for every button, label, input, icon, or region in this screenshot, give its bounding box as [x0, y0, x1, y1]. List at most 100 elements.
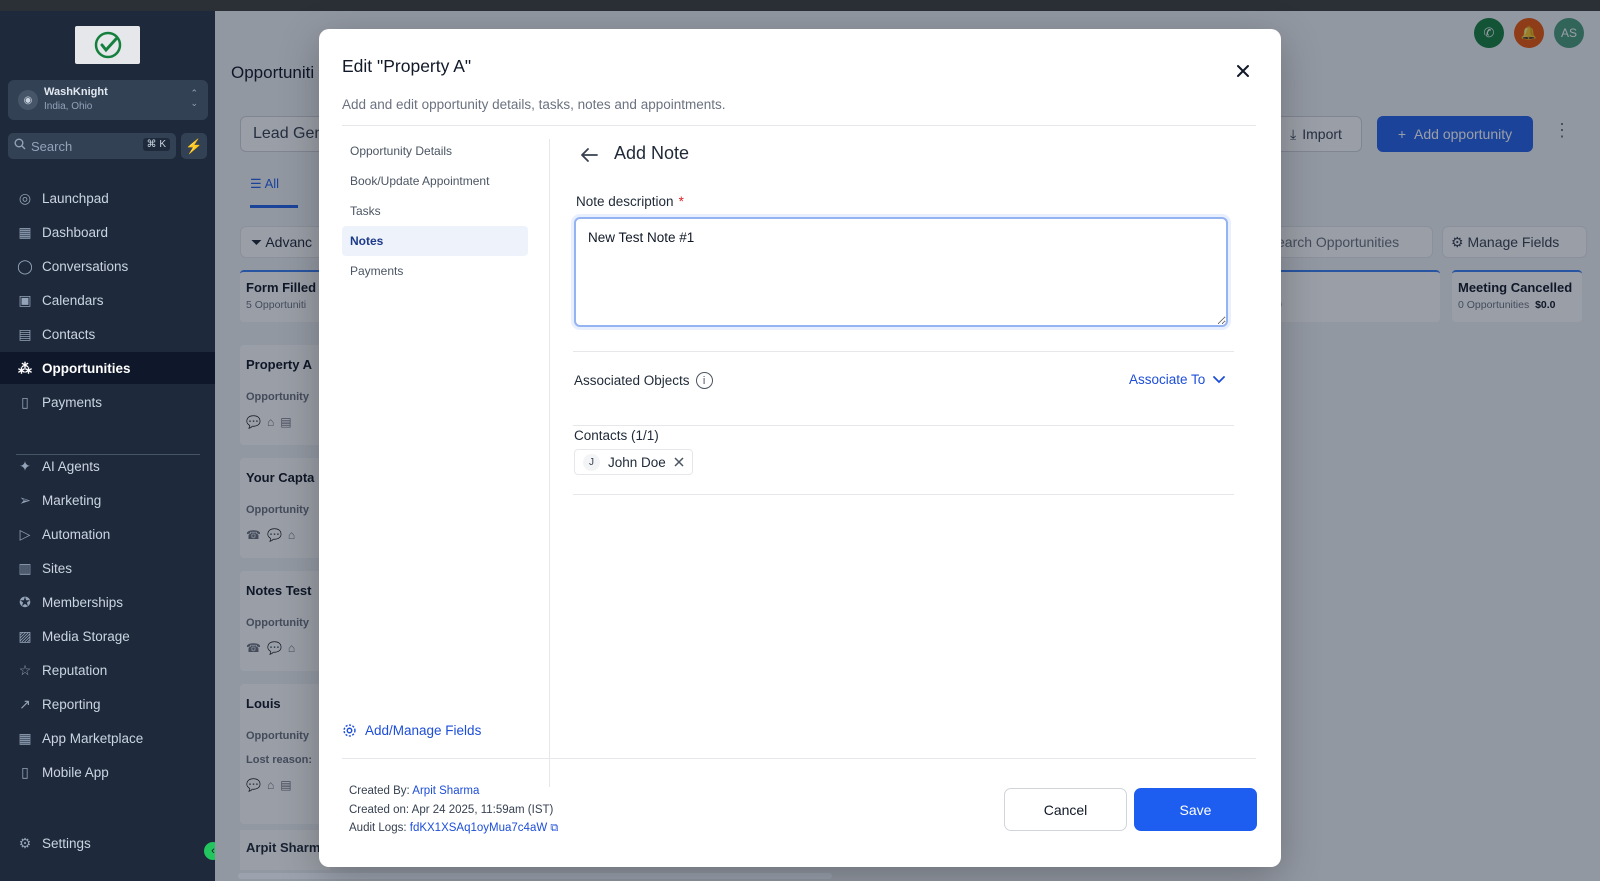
created-by-link[interactable]: Arpit Sharma [412, 785, 479, 797]
sidebar-item-label: Mobile App [42, 764, 109, 780]
sidebar-item-launchpad[interactable]: ◎ Launchpad [0, 182, 215, 214]
modal-nav-opportunity-details[interactable]: Opportunity Details [342, 136, 528, 166]
sidebar-item-label: Calendars [42, 292, 104, 308]
sidebar-item-memberships[interactable]: ✪ Memberships [0, 586, 215, 618]
save-button[interactable]: Save [1134, 788, 1257, 831]
chevron-down-icon [1213, 375, 1226, 383]
chat-icon: ◯ [17, 257, 33, 274]
divider [342, 758, 1256, 759]
modal-title: Edit "Property A" [342, 56, 472, 76]
sidebar-item-app-marketplace[interactable]: ▦ App Marketplace [0, 722, 215, 754]
sidebar-item-label: Opportunities [42, 360, 131, 376]
send-icon: ➢ [19, 491, 31, 508]
modal-nav-book-update-appointment[interactable]: Book/Update Appointment [342, 166, 528, 196]
section-title: Add Note [614, 143, 690, 163]
audit-logs: Audit Logs: fdKX1XSAq1oyMua7c4aW ⧉ [349, 822, 558, 835]
horizontal-scrollbar[interactable] [238, 873, 832, 879]
edit-opportunity-modal: Edit "Property A" Add and edit opportuni… [319, 29, 1281, 867]
modal-nav-payments[interactable]: Payments [342, 256, 528, 286]
trend-icon: ↗ [19, 695, 31, 712]
associate-to-dropdown[interactable]: Associate To [1129, 372, 1226, 387]
sidebar-item-contacts[interactable]: ▤ Contacts [0, 318, 215, 350]
sidebar-item-label: Sites [42, 560, 73, 576]
contacts-icon: ▤ [18, 325, 32, 342]
close-icon [674, 457, 684, 467]
remove-contact-button[interactable] [674, 457, 684, 467]
sidebar: ◉ WashKnight India, Ohio ⌃ ⌄ Search ⌘ K ⚡… [0, 11, 215, 881]
sidebar-item-label: Reputation [42, 662, 108, 678]
play-icon: ▷ [19, 525, 31, 542]
divider [549, 139, 550, 787]
sidebar-item-calendars[interactable]: ▣ Calendars [0, 284, 215, 316]
badge-icon: ✪ [19, 593, 31, 610]
search-icon [14, 138, 26, 153]
phone-icon: ▯ [21, 763, 29, 780]
sidebar-item-automation[interactable]: ▷ Automation [0, 518, 215, 550]
divider [573, 494, 1234, 495]
account-name: WashKnight [44, 86, 108, 98]
back-button[interactable] [577, 143, 601, 167]
receipt-icon: ▯ [21, 393, 29, 410]
sidebar-item-opportunities[interactable]: ⁂ Opportunities [0, 352, 215, 384]
modal-nav-tasks[interactable]: Tasks [342, 196, 528, 226]
gear-icon: ⚙ [18, 834, 32, 851]
cancel-button[interactable]: Cancel [1004, 788, 1127, 831]
arrow-left-icon [581, 148, 598, 162]
sidebar-item-label: Payments [42, 394, 103, 410]
sidebar-item-settings[interactable]: ⚙ Settings [0, 827, 215, 859]
modal-nav-notes[interactable]: Notes [342, 226, 528, 256]
account-switcher[interactable]: ◉ WashKnight India, Ohio ⌃ ⌄ [8, 80, 208, 120]
apps-icon: ▦ [18, 729, 32, 746]
funnel-icon: ⁂ [18, 359, 32, 376]
sidebar-item-label: Media Storage [42, 628, 130, 644]
sidebar-item-label: Automation [42, 526, 111, 542]
sidebar-item-reputation[interactable]: ☆ Reputation [0, 654, 215, 686]
info-icon[interactable]: i [695, 372, 713, 389]
gear-icon [343, 724, 356, 737]
sidebar-search[interactable]: Search ⌘ K [8, 133, 176, 159]
note-label-text: Note description [576, 194, 674, 209]
sidebar-item-mobile-app[interactable]: ▯ Mobile App [0, 756, 215, 788]
star-icon: ☆ [18, 661, 32, 678]
close-button[interactable] [1231, 59, 1255, 83]
add-manage-fields-label: Add/Manage Fields [365, 723, 482, 738]
add-manage-fields-link[interactable]: Add/Manage Fields [342, 723, 481, 738]
sidebar-item-marketing[interactable]: ➢ Marketing [0, 484, 215, 516]
grid-icon: ▦ [18, 223, 32, 240]
sidebar-item-dashboard[interactable]: ▦ Dashboard [0, 216, 215, 248]
sidebar-item-label: AI Agents [42, 458, 100, 474]
audit-logs-label: Audit Logs: [349, 822, 407, 834]
sparkle-icon: ✦ [19, 457, 31, 474]
sidebar-search-placeholder: Search [31, 139, 73, 154]
account-avatar-icon: ◉ [18, 90, 38, 110]
sidebar-item-reporting[interactable]: ↗ Reporting [0, 688, 215, 720]
note-description-input[interactable]: New Test Note #1 [574, 217, 1228, 327]
associated-objects-label: Associated Objects i [574, 372, 713, 389]
sidebar-item-label: App Marketplace [42, 730, 144, 746]
contacts-label: Contacts (1/1) [574, 428, 659, 443]
created-by-label: Created By: [349, 785, 410, 797]
sidebar-item-payments[interactable]: ▯ Payments [0, 386, 215, 418]
sidebar-item-label: Launchpad [42, 190, 109, 206]
created-by: Created By: Arpit Sharma [349, 785, 479, 797]
created-on: Created on: Apr 24 2025, 11:59am (IST) [349, 804, 554, 816]
account-location: India, Ohio [44, 101, 93, 112]
app-logo[interactable] [75, 26, 140, 64]
audit-log-link[interactable]: fdKX1XSAq1oyMua7c4aW [410, 822, 547, 834]
quick-action-bolt-icon[interactable]: ⚡ [181, 133, 207, 159]
contact-initial: J [583, 453, 600, 471]
copy-icon[interactable]: ⧉ [550, 822, 558, 834]
sidebar-item-label: Contacts [42, 326, 96, 342]
sidebar-item-media-storage[interactable]: ▨ Media Storage [0, 620, 215, 652]
image-icon: ▨ [18, 627, 32, 644]
associate-to-label: Associate To [1129, 372, 1206, 387]
sidebar-item-sites[interactable]: ▥ Sites [0, 552, 215, 584]
sidebar-item-label: Memberships [42, 594, 124, 610]
top-bar [0, 0, 1600, 11]
contact-name: John Doe [608, 454, 666, 470]
sidebar-item-ai-agents[interactable]: ✦ AI Agents [0, 450, 215, 482]
sidebar-item-conversations[interactable]: ◯ Conversations [0, 250, 215, 282]
required-marker: * [678, 194, 684, 209]
divider [573, 425, 1234, 426]
calendar-icon: ▣ [18, 291, 32, 308]
